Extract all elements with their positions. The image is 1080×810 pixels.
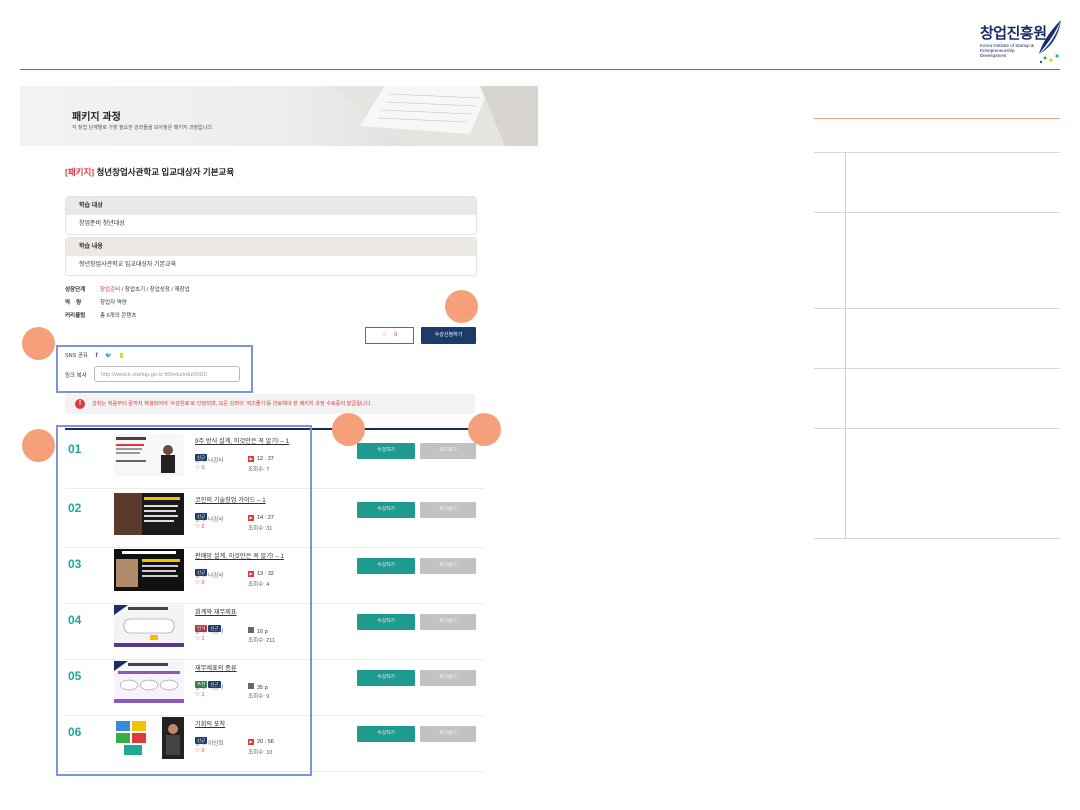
list-highlight-box	[56, 425, 312, 776]
sidebar-column-line	[845, 152, 846, 538]
quiz-button[interactable]: 퀴즈풀기	[420, 726, 476, 742]
sns-highlight-box	[56, 345, 253, 393]
content-box: 학습 내용 청년창업사관학교 입교대상자 기본교육	[65, 237, 477, 276]
notebook-illustration	[330, 86, 538, 146]
study-button[interactable]: 수강하기	[357, 670, 415, 686]
sidebar-divider	[814, 538, 1060, 539]
study-button[interactable]: 수강하기	[357, 443, 415, 459]
sidebar-divider	[814, 152, 1060, 153]
annotation-marker	[22, 327, 55, 360]
target-box: 학습 대상 창업준비 청년대상	[65, 196, 477, 235]
like-button[interactable]: ♡ 0	[365, 327, 414, 344]
site-logo[interactable]: 창업진흥원 Korea Institute of Startup & Entre…	[980, 18, 1065, 64]
quiz-button[interactable]: 퀴즈풀기	[420, 614, 476, 630]
notice-bar: ! 강좌는 처음부터 끝까지 재생되어야 '수강완료'로 인정되며, 모든 강좌…	[65, 394, 475, 414]
study-button[interactable]: 수강하기	[357, 726, 415, 742]
sidebar-divider	[814, 428, 1060, 429]
annotation-marker	[445, 290, 478, 323]
page-banner: 패키지 과정 각 창업 단계별로 가장 필요한 강좌들을 모아놓은 패키지 과정…	[20, 86, 538, 146]
target-label: 학습 대상	[66, 197, 476, 215]
stage-row: 성장단계 창업준비 / 창업초기 / 창업성장 / 재창업	[65, 285, 190, 293]
annotation-marker	[22, 429, 55, 462]
content-label: 학습 내용	[66, 238, 476, 256]
course-title: [패키지] 청년창업사관학교 입교대상자 기본교육	[65, 166, 234, 178]
stage-label: 성장단계	[65, 287, 86, 293]
target-value: 창업준비 청년대상	[79, 221, 125, 227]
sidebar-top-line	[814, 118, 1060, 119]
heart-icon: ♡	[381, 332, 387, 338]
apply-button[interactable]: 수강신청하기	[421, 327, 476, 344]
curriculum-label: 커리큘럼	[65, 313, 86, 319]
sidebar-divider	[814, 212, 1060, 213]
notice-text: 강좌는 처음부터 끝까지 재생되어야 '수강완료'로 인정되며, 모든 강좌의 …	[92, 401, 372, 407]
quiz-button[interactable]: 퀴즈풀기	[420, 502, 476, 518]
annotation-marker	[332, 413, 365, 446]
content-value: 청년창업사관학교 입교대상자 기본교육	[79, 262, 177, 268]
quiz-button[interactable]: 퀴즈풀기	[420, 558, 476, 574]
stage-rest: / 창업초기 / 창업성장 / 재창업	[120, 287, 190, 293]
like-count: 0	[394, 332, 398, 338]
course-title-text: 청년창업사관학교 입교대상자 기본교육	[94, 167, 235, 177]
sidebar-divider	[814, 308, 1060, 309]
banner-subtitle: 각 창업 단계별로 가장 필요한 강좌들을 모아놓은 패키지 과정입니다.	[72, 125, 214, 131]
quiz-button[interactable]: 퀴즈풀기	[420, 670, 476, 686]
stage-highlight: 창업준비	[100, 287, 121, 293]
study-button[interactable]: 수강하기	[357, 558, 415, 574]
competency-row: 역 량 창업자 역량	[65, 298, 127, 306]
study-button[interactable]: 수강하기	[357, 614, 415, 630]
curriculum-value: 총 6개의 콘텐츠	[100, 313, 137, 319]
feather-icon	[1039, 20, 1061, 64]
header-divider	[20, 69, 1060, 70]
annotation-marker	[468, 413, 501, 446]
study-button[interactable]: 수강하기	[357, 502, 415, 518]
quiz-button[interactable]: 퀴즈풀기	[420, 443, 476, 459]
competency-value: 창업자 역량	[100, 300, 127, 306]
alert-icon: !	[75, 399, 85, 409]
banner-title: 패키지 과정	[72, 112, 121, 123]
competency-label: 역 량	[65, 300, 82, 306]
curriculum-row: 커리큘럼 총 6개의 콘텐츠	[65, 311, 136, 319]
package-tag: [패키지]	[65, 167, 95, 177]
sidebar-divider	[814, 368, 1060, 369]
